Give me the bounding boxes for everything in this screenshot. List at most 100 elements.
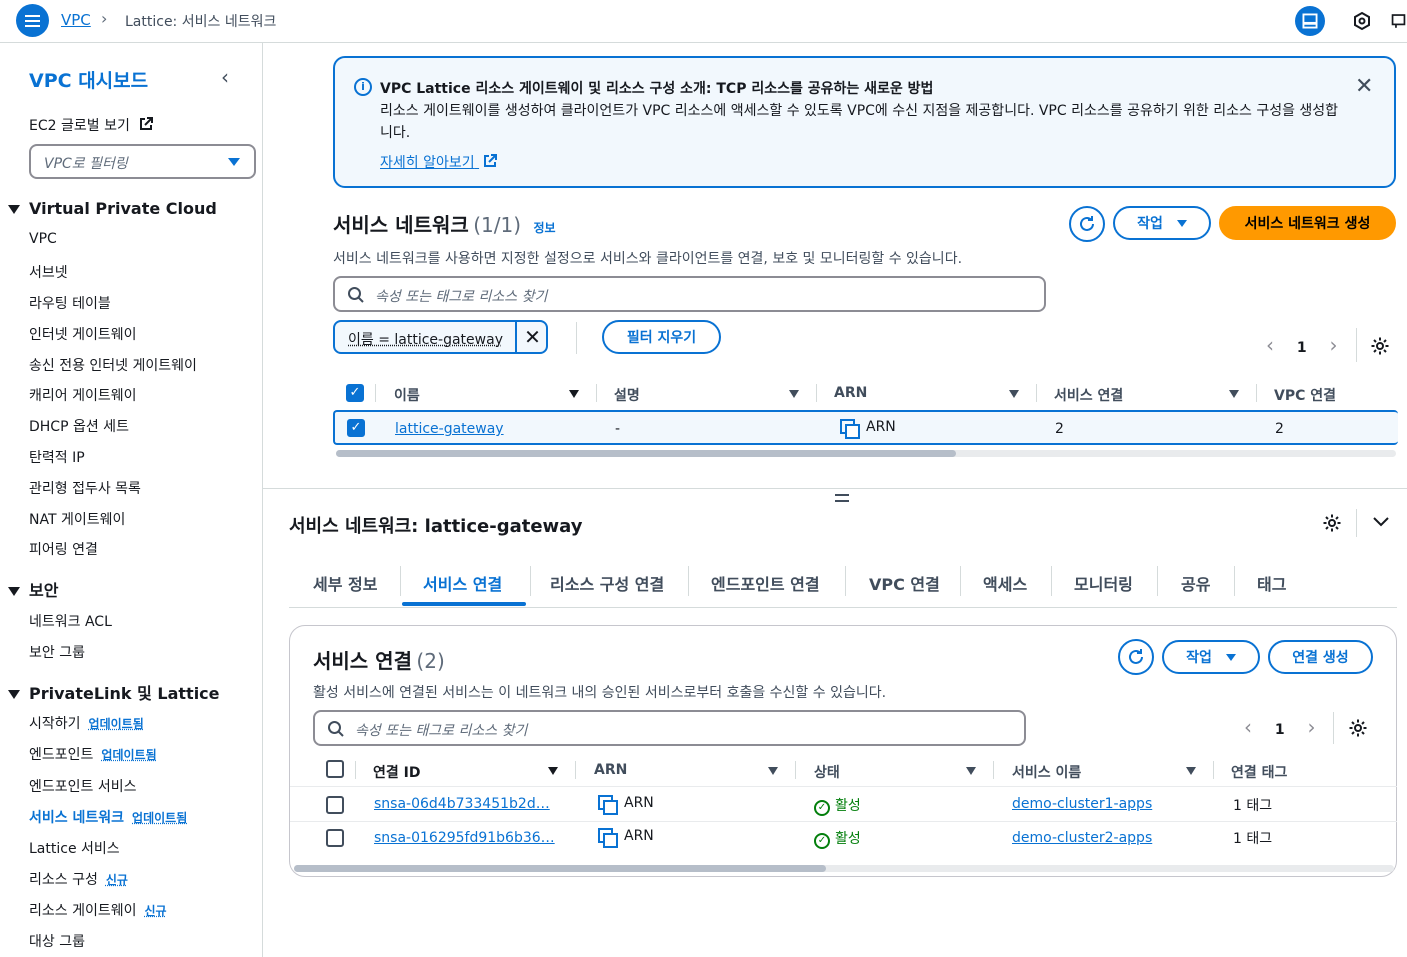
sort-desc-icon[interactable] xyxy=(569,390,579,398)
table-row[interactable]: ✓ lattice-gateway - ARN 2 2 xyxy=(333,410,1398,445)
sort-icon[interactable] xyxy=(768,767,778,775)
column-header-status[interactable]: 상태 xyxy=(814,762,840,782)
scrollbar-thumb[interactable] xyxy=(336,450,956,457)
clear-filters-button[interactable]: 필터 지우기 xyxy=(602,320,721,354)
column-header-assoc-id[interactable]: 연결 ID xyxy=(373,762,420,782)
copy-icon[interactable] xyxy=(598,795,618,815)
actions-button[interactable]: 작업 xyxy=(1162,640,1260,674)
row-checkbox[interactable]: ✓ xyxy=(347,419,365,437)
sidebar-item-route-tables[interactable]: 라우팅 테이블 xyxy=(29,293,111,313)
sidebar-item-target-groups[interactable]: 대상 그룹 xyxy=(29,931,85,951)
gear-icon[interactable] xyxy=(1370,336,1390,360)
tab-monitoring[interactable]: 모니터링 xyxy=(1074,571,1133,595)
sidebar-item-egress-igw[interactable]: 송신 전용 인터넷 게이트웨이 xyxy=(29,355,197,375)
sidebar-item-lattice-services[interactable]: Lattice 서비스 xyxy=(29,838,120,858)
sidebar-item-endpoints[interactable]: 엔드포인트 업데이트됨 xyxy=(29,744,157,764)
sort-icon[interactable] xyxy=(789,390,799,398)
tab-vpc-assoc[interactable]: VPC 연결 xyxy=(869,571,940,595)
sort-desc-icon[interactable] xyxy=(548,767,558,775)
actions-button[interactable]: 작업 xyxy=(1113,206,1211,240)
networks-search-input[interactable]: 속성 또는 태그로 리소스 찾기 xyxy=(333,276,1046,312)
tab-details[interactable]: 세부 정보 xyxy=(313,571,377,595)
vpc-filter-select[interactable]: VPC로 필터링 xyxy=(29,144,256,179)
feedback-icon[interactable] xyxy=(1390,6,1407,36)
column-header-description[interactable]: 설명 xyxy=(614,385,640,405)
scrollbar-thumb[interactable] xyxy=(294,865,826,872)
chevron-down-icon[interactable] xyxy=(1372,514,1390,532)
tab-sharing[interactable]: 공유 xyxy=(1181,571,1210,595)
sidebar-item-endpoint-services[interactable]: 엔드포인트 서비스 xyxy=(29,776,137,796)
tab-service-associations[interactable]: 서비스 연결 xyxy=(423,571,502,595)
association-id-link[interactable]: snsa-06d4b733451b2d… xyxy=(374,796,550,812)
sidebar-item-subnets[interactable]: 서브넷 xyxy=(29,262,68,282)
create-network-button[interactable]: 서비스 네트워크 생성 xyxy=(1219,206,1396,240)
sort-icon[interactable] xyxy=(1229,390,1239,398)
filter-token[interactable]: 이름 = lattice-gateway ✕ xyxy=(333,320,548,354)
column-header-name[interactable]: 이름 xyxy=(394,385,420,405)
select-all-checkbox[interactable] xyxy=(326,760,344,778)
service-name-link[interactable]: demo-cluster1-apps xyxy=(1012,796,1152,812)
sort-icon[interactable] xyxy=(966,767,976,775)
associations-search-input[interactable]: 속성 또는 태그로 리소스 찾기 xyxy=(313,710,1026,746)
sidebar-item-peering[interactable]: 피어링 연결 xyxy=(29,539,98,559)
association-id-link[interactable]: snsa-016295fd91b6b36… xyxy=(374,830,555,846)
chevron-left-icon[interactable]: ‹ xyxy=(1244,715,1252,739)
sidebar-item-resource-configs[interactable]: 리소스 구성 신규 xyxy=(29,869,128,889)
sidebar-item-eip[interactable]: 탄력적 IP xyxy=(29,447,85,467)
tab-tags[interactable]: 태그 xyxy=(1257,571,1286,595)
menu-icon[interactable] xyxy=(16,4,49,37)
tab-endpoint-assoc[interactable]: 엔드포인트 연결 xyxy=(711,571,820,595)
sidebar-section-vpc[interactable]: Virtual Private Cloud xyxy=(8,199,217,218)
chevron-left-icon[interactable]: ‹ xyxy=(1266,333,1274,357)
sort-icon[interactable] xyxy=(1186,767,1196,775)
info-link[interactable]: 정보 xyxy=(533,221,555,235)
gear-icon[interactable] xyxy=(1348,718,1368,742)
breadcrumb-vpc[interactable]: VPC xyxy=(61,11,91,29)
copy-icon[interactable] xyxy=(598,828,618,848)
refresh-button[interactable] xyxy=(1118,639,1154,675)
chevron-right-icon[interactable]: › xyxy=(1308,715,1316,739)
sort-icon[interactable] xyxy=(1009,390,1019,398)
sidebar-title[interactable]: VPC 대시보드 xyxy=(29,66,148,93)
split-panel-icon[interactable] xyxy=(1295,6,1325,36)
close-icon[interactable]: ✕ xyxy=(515,322,548,352)
row-checkbox[interactable] xyxy=(326,796,344,814)
sidebar-ec2-link[interactable]: EC2 글로벌 보기 xyxy=(29,115,154,135)
sidebar-section-privatelink[interactable]: PrivateLink 및 Lattice xyxy=(8,680,220,704)
sidebar-item-igw[interactable]: 인터넷 게이트웨이 xyxy=(29,324,137,344)
sidebar-item-resource-gateways[interactable]: 리소스 게이트웨이 신규 xyxy=(29,900,167,920)
refresh-button[interactable] xyxy=(1069,206,1105,242)
drag-handle-icon[interactable] xyxy=(835,494,849,502)
sidebar-item-security-groups[interactable]: 보안 그룹 xyxy=(29,642,85,662)
column-header-arn[interactable]: ARN xyxy=(594,762,627,778)
sidebar-section-security[interactable]: 보안 xyxy=(8,577,58,601)
column-header-service-name[interactable]: 서비스 이름 xyxy=(1012,762,1081,782)
close-icon[interactable]: ✕ xyxy=(1355,74,1373,99)
chevron-left-icon[interactable]: ‹ xyxy=(221,65,229,89)
select-all-checkbox[interactable]: ✓ xyxy=(346,384,364,402)
network-name-link[interactable]: lattice-gateway xyxy=(395,421,504,437)
sidebar-item-prefix-lists[interactable]: 관리형 접두사 목록 xyxy=(29,478,141,498)
copy-icon[interactable] xyxy=(840,419,860,439)
page-number[interactable]: 1 xyxy=(1275,722,1285,738)
row-checkbox[interactable] xyxy=(326,829,344,847)
sidebar-item-dhcp[interactable]: DHCP 옵션 세트 xyxy=(29,416,129,436)
column-header-arn[interactable]: ARN xyxy=(834,385,867,401)
tab-resource-config-assoc[interactable]: 리소스 구성 연결 xyxy=(550,571,664,595)
sidebar-item-nat[interactable]: NAT 게이트웨이 xyxy=(29,509,125,529)
column-header-service-assoc[interactable]: 서비스 연결 xyxy=(1054,385,1123,405)
column-header-vpc-assoc[interactable]: VPC 연결 xyxy=(1274,385,1336,405)
sidebar-item-service-networks[interactable]: 서비스 네트워크 업데이트됨 xyxy=(29,807,187,827)
settings-hex-icon[interactable] xyxy=(1347,6,1377,36)
column-header-assoc-tags[interactable]: 연결 태그 xyxy=(1231,762,1287,782)
table-row[interactable]: snsa-06d4b733451b2d… ARN ✓ 활성 demo-cluste… xyxy=(290,787,1397,821)
sidebar-item-carrier-gw[interactable]: 캐리어 게이트웨이 xyxy=(29,385,137,405)
sidebar-item-getting-started[interactable]: 시작하기 업데이트됨 xyxy=(29,713,144,733)
create-association-button[interactable]: 연결 생성 xyxy=(1268,640,1373,674)
table-row[interactable]: snsa-016295fd91b6b36… ARN ✓ 활성 demo-clust… xyxy=(290,822,1397,856)
sidebar-item-vpc[interactable]: VPC xyxy=(29,231,57,247)
service-name-link[interactable]: demo-cluster2-apps xyxy=(1012,830,1152,846)
gear-icon[interactable] xyxy=(1322,513,1342,537)
learn-more-link[interactable]: 자세히 알아보기 xyxy=(380,152,498,172)
tab-access[interactable]: 액세스 xyxy=(983,571,1027,595)
